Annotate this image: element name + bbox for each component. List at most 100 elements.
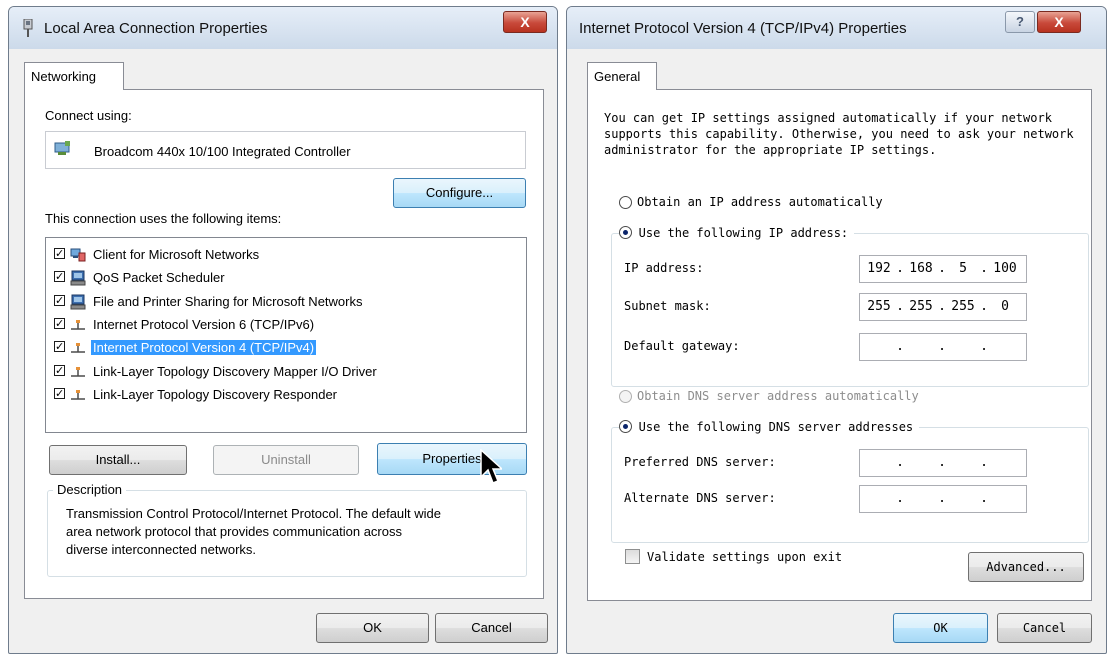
intro-line: supports this capability. Otherwise, you… <box>604 127 1074 141</box>
button-label: OK <box>363 620 382 635</box>
ip-octet: 192 <box>867 261 891 276</box>
close-button[interactable]: X <box>1037 11 1081 33</box>
protocol-icon <box>70 340 86 356</box>
button-label: Uninstall <box>261 452 311 467</box>
close-button[interactable]: X <box>503 11 547 33</box>
checkbox-box <box>625 549 640 564</box>
octet-separator: . <box>896 339 904 354</box>
service-icon <box>70 294 86 310</box>
ip-octet: 0 <box>1001 299 1009 314</box>
subnet-mask-field[interactable]: 255 . 255 . 255 . 0 <box>859 293 1027 321</box>
item-checkbox[interactable]: ✓ <box>54 248 65 260</box>
description-label: Description <box>53 482 127 497</box>
preferred-dns-field[interactable]: . . . <box>859 449 1027 477</box>
close-icon: X <box>520 14 530 30</box>
checkbox-label: Validate settings upon exit <box>647 550 843 564</box>
tab-networking[interactable]: Networking <box>24 62 124 90</box>
button-label: Advanced... <box>986 560 1066 574</box>
ip-address-label: IP address: <box>624 261 704 275</box>
title-bar[interactable]: Internet Protocol Version 4 (TCP/IPv4) P… <box>567 7 1106 49</box>
alternate-dns-field[interactable]: . . . <box>859 485 1027 513</box>
components-list[interactable]: ✓ Client for Microsoft Networks ✓ QoS Packe… <box>45 237 527 433</box>
button-label: Properties <box>422 451 482 466</box>
default-gateway-label: Default gateway: <box>624 339 740 353</box>
item-label: Link-Layer Topology Discovery Responder <box>93 386 337 402</box>
radio-circle <box>619 390 632 403</box>
octet-separator: . <box>938 299 946 314</box>
item-checkbox[interactable]: ✓ <box>54 271 65 283</box>
default-gateway-field[interactable]: . . . <box>859 333 1027 361</box>
item-checkbox[interactable]: ✓ <box>54 317 65 329</box>
ip-octet: 255 <box>909 299 933 314</box>
item-label: QoS Packet Scheduler <box>93 270 225 286</box>
item-label: Internet Protocol Version 6 (TCP/IPv6) <box>93 316 315 332</box>
protocol-icon <box>70 317 86 333</box>
network-adapter-icon <box>23 19 33 37</box>
octet-separator: . <box>896 261 904 276</box>
intro-line: administrator for the appropriate IP set… <box>604 143 937 157</box>
configure-button[interactable]: Configure... <box>393 178 526 208</box>
help-button[interactable]: ? <box>1005 11 1035 33</box>
protocol-icon <box>70 387 86 403</box>
tab-label: General <box>594 69 641 84</box>
tab-general[interactable]: General <box>587 62 657 90</box>
button-label: Install... <box>95 452 141 467</box>
manual-ip-radio[interactable]: Use the following IP address: <box>619 225 855 240</box>
octet-separator: . <box>980 299 988 314</box>
octet-separator: . <box>980 455 988 470</box>
ok-button[interactable]: OK <box>893 613 988 643</box>
radio-label: Obtain an IP address automatically <box>637 195 883 209</box>
octet-separator: . <box>980 491 988 506</box>
item-checkbox[interactable]: ✓ <box>54 364 65 376</box>
ok-button[interactable]: OK <box>316 613 429 643</box>
radio-circle <box>619 420 632 433</box>
lan-properties-dialog: Local Area Connection Properties X Netwo… <box>8 6 558 654</box>
cancel-button[interactable]: Cancel <box>435 613 548 643</box>
install-button[interactable]: Install... <box>49 445 187 475</box>
description-line: diverse interconnected networks. <box>66 542 257 557</box>
uninstall-button[interactable]: Uninstall <box>213 445 359 475</box>
button-label: Cancel <box>1022 621 1067 635</box>
tab-label: Networking <box>31 69 97 84</box>
button-label: OK <box>933 621 948 635</box>
advanced-button[interactable]: Advanced... <box>968 552 1084 582</box>
ipv4-properties-dialog: Internet Protocol Version 4 (TCP/IPv4) P… <box>566 6 1107 654</box>
title-bar[interactable]: Local Area Connection Properties X <box>9 7 557 49</box>
item-label: Internet Protocol Version 4 (TCP/IPv4) <box>91 340 317 356</box>
ip-octet: 255 <box>867 299 891 314</box>
radio-circle <box>619 226 632 239</box>
item-checkbox[interactable]: ✓ <box>54 294 65 306</box>
item-label: Client for Microsoft Networks <box>93 247 260 262</box>
properties-button[interactable]: Properties <box>377 443 527 475</box>
connect-using-label: Connect using: <box>45 108 132 123</box>
items-label: This connection uses the following items… <box>45 211 282 226</box>
item-checkbox[interactable]: ✓ <box>54 387 65 399</box>
octet-separator: . <box>896 491 904 506</box>
adapter-name: Broadcom 440x 10/100 Integrated Controll… <box>94 144 351 159</box>
item-label: Link-Layer Topology Discovery Mapper I/O… <box>93 363 377 379</box>
window-title: Local Area Connection Properties <box>44 20 268 37</box>
network-adapter-icon <box>54 141 70 155</box>
alternate-dns-label: Alternate DNS server: <box>624 491 776 505</box>
cancel-button[interactable]: Cancel <box>997 613 1092 643</box>
octet-separator: . <box>980 339 988 354</box>
item-checkbox[interactable]: ✓ <box>54 341 65 353</box>
preferred-dns-label: Preferred DNS server: <box>624 455 776 469</box>
manual-dns-radio[interactable]: Use the following DNS server addresses <box>619 419 920 434</box>
octet-separator: . <box>938 339 946 354</box>
ip-octet: 5 <box>959 261 967 276</box>
octet-separator: . <box>938 455 946 470</box>
octet-separator: . <box>980 261 988 276</box>
window-title: Internet Protocol Version 4 (TCP/IPv4) P… <box>579 20 907 37</box>
radio-circle <box>619 196 632 209</box>
octet-separator: . <box>938 491 946 506</box>
subnet-mask-label: Subnet mask: <box>624 299 711 313</box>
ip-octet: 168 <box>909 261 933 276</box>
ip-address-field[interactable]: 192 . 168 . 5 . 100 <box>859 255 1027 283</box>
protocol-icon <box>70 364 86 380</box>
ip-octet: 255 <box>951 299 975 314</box>
adapter-box: Broadcom 440x 10/100 Integrated Controll… <box>45 131 526 169</box>
close-icon: X <box>1054 14 1064 30</box>
octet-separator: . <box>896 299 904 314</box>
button-label: Cancel <box>471 620 512 635</box>
